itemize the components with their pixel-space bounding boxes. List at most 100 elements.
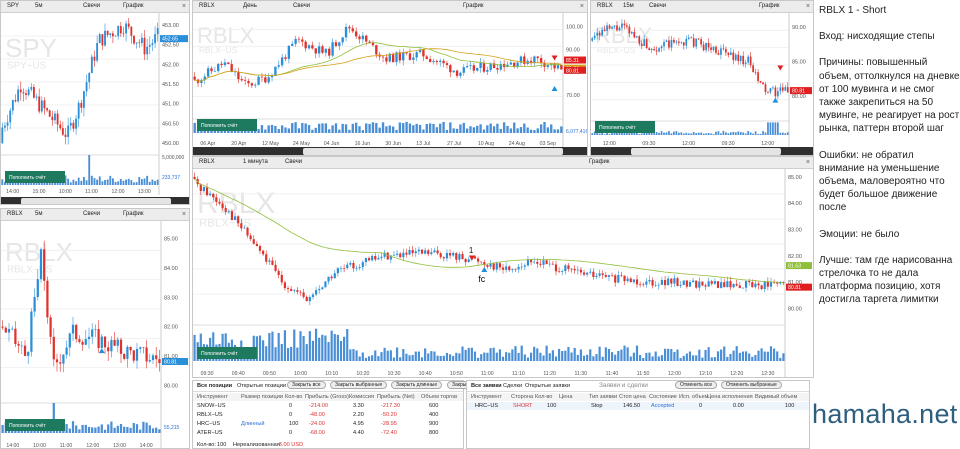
- col-instrument[interactable]: Инструмент: [197, 393, 228, 401]
- col-stop[interactable]: Стоп цена: [619, 393, 646, 401]
- volume-bar: [467, 347, 470, 361]
- rblx-1m-tab-label[interactable]: RBLX: [199, 157, 215, 168]
- tab-open-positions[interactable]: Открытые позиции: [237, 381, 286, 391]
- cancel-all-button[interactable]: Отменить все: [675, 381, 718, 389]
- volume-bar: [676, 349, 679, 361]
- order-row[interactable]: HRC−US SHORT 100 Stop 146.50 Accepted 0 …: [467, 402, 809, 410]
- position-row[interactable]: HRC−US Длинный 100 -24.00 4.95 -28.95 900: [193, 420, 463, 428]
- candle-body: [284, 57, 287, 59]
- rblx-5m-price-chart[interactable]: RBLX RBLX−US Пополнить счёт 85.00 84.00 83.00…: [1, 221, 189, 448]
- candle-body: [670, 278, 673, 284]
- spy-timeframe[interactable]: 5м: [35, 1, 42, 12]
- candle-body: [358, 36, 361, 40]
- close-all-button[interactable]: Закрыть все: [287, 381, 326, 389]
- rblx-1m-chart-type[interactable]: Свечи: [285, 157, 302, 168]
- rblx-15m-price-chart[interactable]: RBLX RBLX−US Пополнить счёт 90.00 85.00 80.00…: [591, 13, 813, 147]
- volume-bar: [784, 133, 787, 135]
- col-net[interactable]: Прибыль (Net): [377, 393, 415, 401]
- candle-body: [422, 49, 425, 57]
- position-row[interactable]: SNOW−US 0 -214.00 3.30 -217.30 600: [193, 402, 463, 410]
- candle-body: [436, 250, 439, 254]
- volume-bar: [469, 126, 472, 133]
- col-exec-price[interactable]: Цена исполнения: [707, 393, 753, 401]
- col-volume[interactable]: Объем торгов: [421, 393, 457, 401]
- volume-bar: [560, 126, 563, 133]
- col-price[interactable]: Цена: [559, 393, 572, 401]
- col-gross[interactable]: Прибыль (Gross): [305, 393, 349, 401]
- tab-trades[interactable]: Сделки: [503, 381, 522, 391]
- candle-body: [428, 59, 432, 62]
- volume-bar: [385, 126, 388, 133]
- close-icon[interactable]: ×: [580, 1, 584, 12]
- tab-all-positions[interactable]: Все позиции: [197, 381, 232, 391]
- volume-bar: [660, 131, 663, 135]
- rblx-day-timeframe[interactable]: День: [243, 1, 257, 12]
- volume-bar: [556, 129, 560, 133]
- volume-bar: [673, 131, 675, 135]
- candle-body: [371, 42, 375, 46]
- col-size[interactable]: Размер позиции: [241, 393, 283, 401]
- rblx-day-chart-type[interactable]: Свечи: [293, 1, 310, 12]
- spy-tab-label[interactable]: SPY: [7, 1, 19, 12]
- rblx-day-price-chart[interactable]: RBLXRBLX−USПополнить счёт100.0090.0080.0…: [193, 13, 587, 147]
- candle-body: [435, 60, 439, 62]
- rblx-5m-timeframe[interactable]: 5м: [35, 209, 42, 220]
- col-side[interactable]: Сторона: [511, 393, 533, 401]
- candle-body: [715, 46, 717, 53]
- volume-bar: [668, 131, 670, 135]
- rblx-day-tab-label[interactable]: RBLX: [199, 1, 215, 12]
- col-qty[interactable]: Кол-во: [285, 393, 302, 401]
- rblx-15m-chart-type[interactable]: Свечи: [649, 1, 666, 12]
- candle-body: [213, 71, 217, 72]
- col-type[interactable]: Тип заявки: [589, 393, 617, 401]
- position-row[interactable]: ATER−US 0 -68.00 4.40 -72.40 800: [193, 429, 463, 437]
- rblx-1m-timeframe[interactable]: 1 минута: [243, 157, 268, 168]
- y-tick-label: 451.00: [162, 102, 179, 108]
- rblx-15m-timeframe[interactable]: 15м: [623, 1, 634, 12]
- rblx-1m-price-chart[interactable]: RBLX RBLX−US Пополнить счёт 85.00 84.00 83.00…: [193, 169, 813, 377]
- volume-bar: [766, 351, 769, 361]
- col-filled[interactable]: Исп. объем: [679, 393, 709, 401]
- volume-bar: [679, 357, 682, 361]
- spy-chart-type[interactable]: Свечи: [83, 1, 100, 12]
- candle-body: [589, 271, 592, 273]
- col-visible[interactable]: Видимый объем: [755, 393, 797, 401]
- candle-body: [341, 37, 344, 43]
- close-icon[interactable]: ×: [182, 1, 186, 12]
- rblx-5m-chart-type[interactable]: Свечи: [83, 209, 100, 220]
- tab-open-orders[interactable]: Открытые заявки: [525, 381, 570, 391]
- candle-body: [610, 275, 614, 276]
- close-icon[interactable]: ×: [806, 1, 810, 12]
- close-selected-button[interactable]: Закрыть выбранные: [330, 381, 388, 389]
- position-row[interactable]: RBLX−US 0 -48.00 2.20 -50.20 400: [193, 411, 463, 419]
- col-qty[interactable]: Кол-во: [535, 393, 552, 401]
- col-fee[interactable]: Комиссия: [349, 393, 374, 401]
- position-net: -50.20: [381, 412, 397, 418]
- volume-bar: [545, 345, 548, 361]
- volume-bar: [274, 347, 277, 361]
- rblx-5m-tab-label[interactable]: RBLX: [7, 209, 23, 220]
- close-icon[interactable]: ×: [182, 209, 186, 220]
- tab-all-orders[interactable]: Все заявки: [471, 381, 502, 391]
- rblx-15m-tab-label[interactable]: RBLX: [597, 1, 613, 12]
- candle-body: [83, 91, 85, 108]
- col-state[interactable]: Состояние: [649, 393, 677, 401]
- volume-bar: [626, 347, 629, 361]
- orders-header: Инструмент Сторона Кол-во Цена Тип заявк…: [467, 393, 809, 401]
- candle-body: [240, 223, 243, 229]
- col-instrument[interactable]: Инструмент: [471, 393, 502, 401]
- close-icon[interactable]: ×: [806, 157, 810, 168]
- spy-scrollbar[interactable]: [1, 197, 189, 204]
- cancel-selected-button[interactable]: Отменить выбранные: [721, 381, 782, 389]
- spy-price-chart[interactable]: SPY SPY−US Пополнить счёт 453.00 452.50 452.0…: [1, 13, 189, 195]
- fill-account-label: Пополнить счёт: [201, 351, 238, 357]
- close-long-button[interactable]: Закрыть длинные: [391, 381, 443, 389]
- candle-body: [704, 285, 707, 287]
- fill-account-label: Пополнить счёт: [599, 125, 636, 131]
- candle-body: [657, 284, 660, 286]
- order-type: Stop: [591, 403, 603, 409]
- volume-bar: [280, 125, 284, 133]
- candle-body: [297, 38, 301, 40]
- rblx-day-scrollbar[interactable]: [193, 147, 587, 155]
- rblx-15m-scrollbar[interactable]: [591, 147, 813, 155]
